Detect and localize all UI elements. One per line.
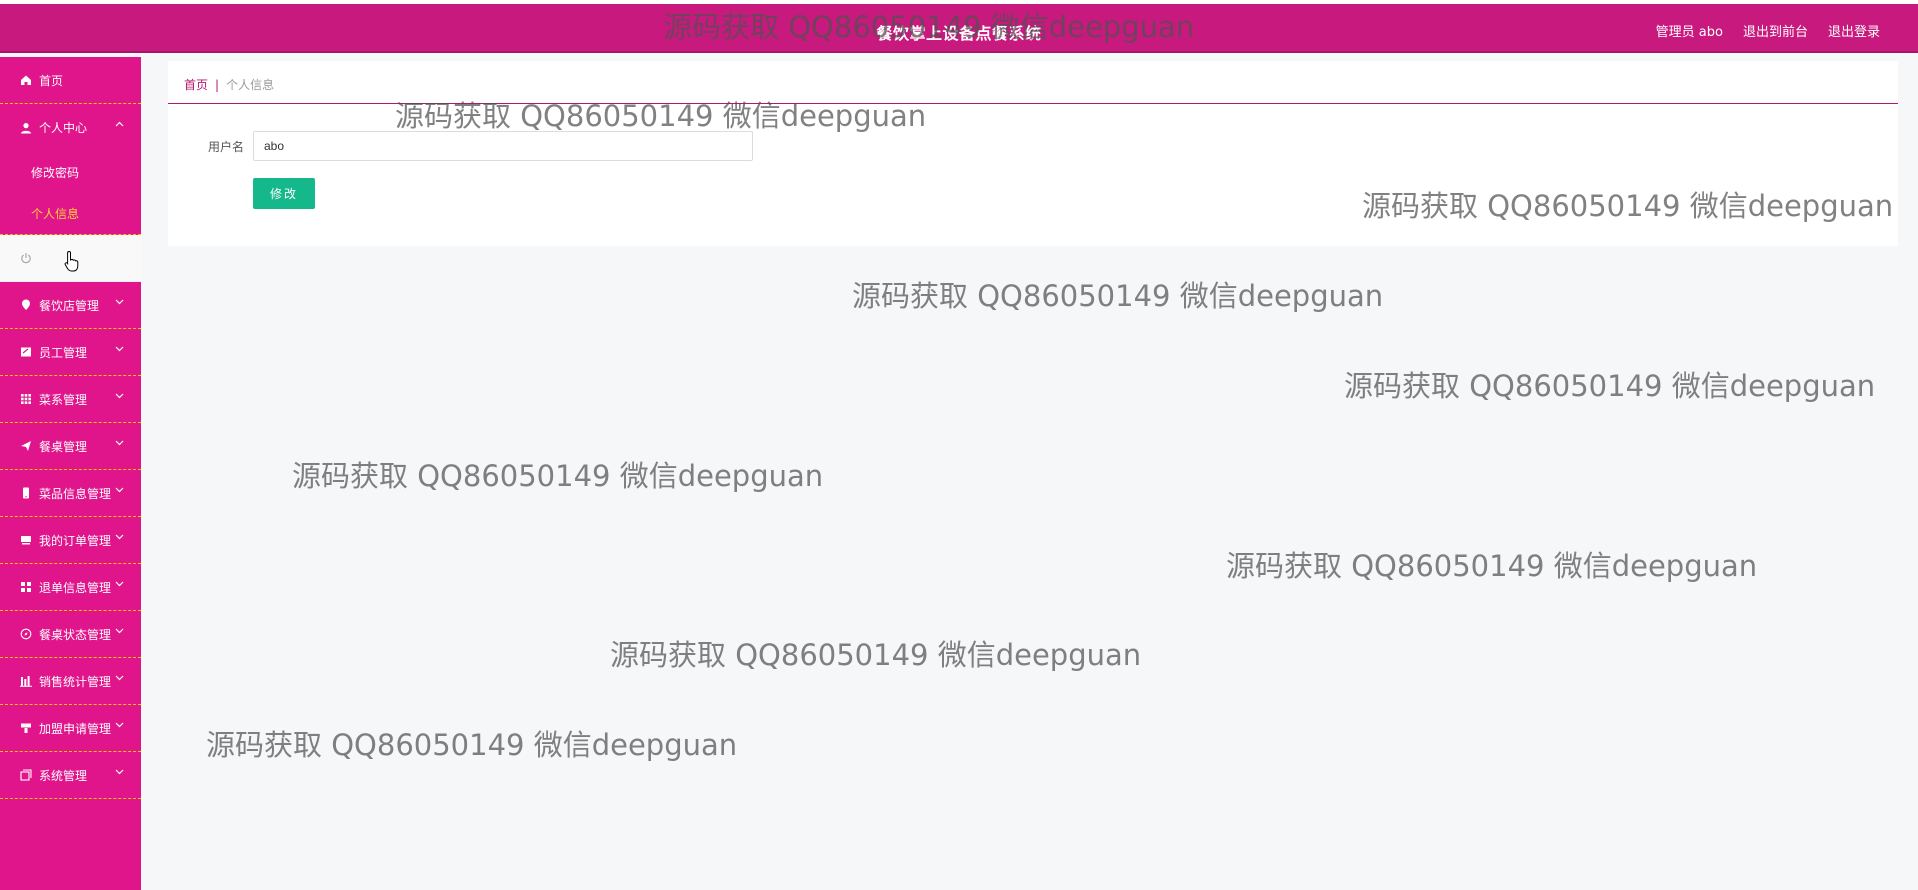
- breadcrumb-separator: |: [215, 77, 220, 92]
- cart-icon: [19, 534, 32, 547]
- top-header: 餐饮掌上设备点餐系统 管理员 abo 退出到前台 退出登录: [0, 4, 1918, 53]
- chevron-down-icon: [115, 626, 124, 637]
- watermark: 源码获取 QQ86050149 微信deepguan: [1344, 369, 1876, 403]
- sidebar-item-label: 餐桌状态管理: [39, 627, 112, 642]
- mouse-pointer-icon: [64, 250, 80, 275]
- compass-icon: [19, 628, 32, 641]
- sidebar-item-label: 首页: [39, 73, 64, 88]
- sidebar-subitem-change-password[interactable]: 修改密码: [0, 151, 141, 193]
- chevron-down-icon: [115, 344, 124, 355]
- username-label: 用户名: [208, 140, 245, 154]
- sidebar-item-label: 销售统计管理: [39, 674, 112, 689]
- sidebar-item-table[interactable]: 餐桌管理: [0, 423, 141, 470]
- sidebar-item-label: 我的订单管理: [39, 533, 112, 548]
- apps-icon: [19, 581, 32, 594]
- sidebar-item-home[interactable]: 首页: [0, 57, 141, 104]
- send-icon: [19, 440, 32, 453]
- sidebar-item-sales-stats[interactable]: 销售统计管理: [0, 658, 141, 705]
- sidebar-item-refund-info[interactable]: 退单信息管理: [0, 564, 141, 611]
- sidebar-item-label: 餐饮店管理: [39, 298, 100, 313]
- chevron-down-icon: [115, 485, 124, 496]
- content-panel: 首页 | 个人信息 用户名 修改: [168, 61, 1898, 246]
- chevron-down-icon: [115, 438, 124, 449]
- sidebar-subitem-personal-info[interactable]: 个人信息: [0, 193, 141, 235]
- sidebar-item-label: 退单信息管理: [39, 580, 112, 595]
- chevron-down-icon: [115, 532, 124, 543]
- bar-chart-icon: [19, 675, 32, 688]
- sidebar-item-label: 菜品信息管理: [39, 486, 112, 501]
- sidebar: 首页 个人中心 修改密码 个人信息 餐饮店管理 员工管理 菜系管理 餐桌管理 菜…: [0, 57, 141, 890]
- sidebar-item-restaurant[interactable]: 餐饮店管理: [0, 282, 141, 329]
- cup-icon: [19, 722, 32, 735]
- logout-link[interactable]: 退出登录: [1828, 21, 1880, 40]
- mobile-icon: [19, 487, 32, 500]
- sidebar-item-system[interactable]: 系统管理: [0, 752, 141, 799]
- chevron-down-icon: [115, 720, 124, 731]
- chevron-down-icon: [115, 391, 124, 402]
- user-icon: [19, 121, 32, 134]
- sidebar-item-my-orders[interactable]: 我的订单管理: [0, 517, 141, 564]
- exit-to-frontend-link[interactable]: 退出到前台: [1743, 21, 1808, 40]
- watermark: 源码获取 QQ86050149 微信deepguan: [852, 279, 1384, 313]
- chevron-down-icon: [115, 297, 124, 308]
- grid-icon: [19, 393, 32, 406]
- chevron-up-icon: [115, 119, 124, 130]
- sidebar-item-cuisine[interactable]: 菜系管理: [0, 376, 141, 423]
- sidebar-item-label: 个人中心: [39, 121, 88, 135]
- chevron-down-icon: [115, 579, 124, 590]
- sidebar-item-label: 员工管理: [39, 345, 88, 360]
- sidebar-item-label: 系统管理: [39, 768, 88, 783]
- breadcrumb: 首页 | 个人信息: [184, 76, 274, 93]
- divider: [168, 103, 1898, 104]
- sidebar-item-label: 菜系管理: [39, 392, 88, 407]
- power-icon: [19, 252, 32, 265]
- sidebar-item-staff[interactable]: 员工管理: [0, 329, 141, 376]
- admin-label: 管理员 abo: [1655, 25, 1723, 40]
- sidebar-item-table-status[interactable]: 餐桌状态管理: [0, 611, 141, 658]
- sidebar-item-dish-info[interactable]: 菜品信息管理: [0, 470, 141, 517]
- edit-box-icon: [19, 346, 32, 359]
- watermark: 源码获取 QQ86050149 微信deepguan: [206, 728, 738, 762]
- layers-icon: [19, 769, 32, 782]
- sidebar-item-label: 餐桌管理: [39, 439, 88, 454]
- breadcrumb-home-link[interactable]: 首页: [184, 76, 208, 93]
- watermark: 源码获取 QQ86050149 微信deepguan: [292, 459, 824, 493]
- modify-button[interactable]: 修改: [253, 178, 315, 209]
- sidebar-item-label: 加盟申请管理: [39, 721, 112, 736]
- sidebar-item-franchise[interactable]: 加盟申请管理: [0, 705, 141, 752]
- chevron-down-icon: [115, 767, 124, 778]
- watermark: 源码获取 QQ86050149 微信deepguan: [610, 638, 1142, 672]
- location-pin-icon: [19, 299, 32, 312]
- header-actions: 管理员 abo 退出到前台 退出登录: [1656, 21, 1880, 40]
- home-icon: [19, 74, 32, 87]
- app-title: 餐饮掌上设备点餐系统: [876, 24, 1042, 43]
- username-field[interactable]: [253, 131, 753, 161]
- watermark: 源码获取 QQ86050149 微信deepguan: [1226, 549, 1758, 583]
- sidebar-item-personal-center[interactable]: 个人中心: [0, 104, 141, 151]
- chevron-down-icon: [115, 673, 124, 684]
- breadcrumb-current: 个人信息: [226, 78, 275, 92]
